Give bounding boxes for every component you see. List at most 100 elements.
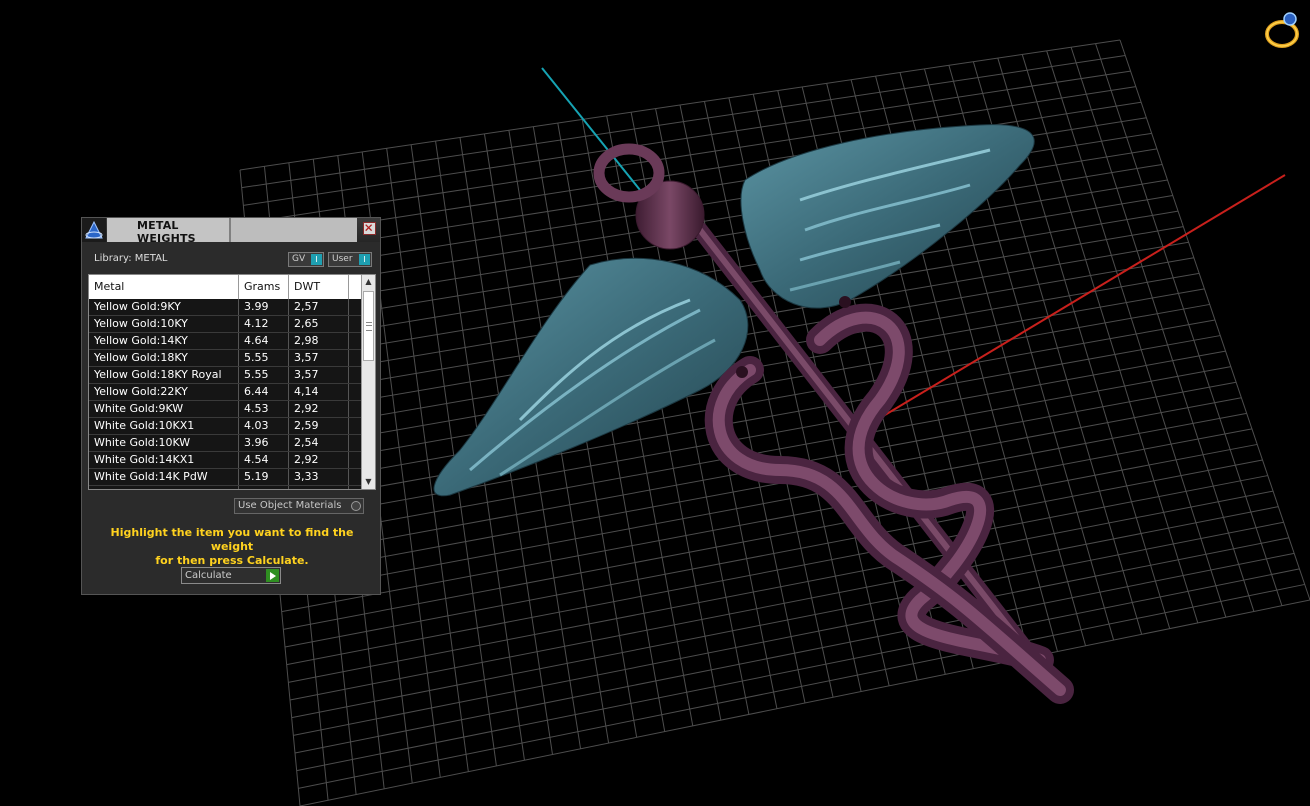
cell-dwt: 4,14 <box>289 384 349 400</box>
cell-spacer <box>349 350 361 366</box>
cell-grams: 4.64 <box>239 333 289 349</box>
cell-metal: White Gold:10KX1 <box>89 418 239 434</box>
grid-line <box>294 552 1295 754</box>
gv-toggle-button[interactable]: GV I <box>288 252 324 267</box>
gv-label: GV <box>292 254 306 264</box>
grid-line <box>1119 39 1310 601</box>
cell-spacer <box>349 333 361 349</box>
panel-title-tab: METAL WEIGHTS <box>107 218 231 245</box>
table-row[interactable]: Yellow Gold:22KY 6.44 4,14 <box>89 384 361 401</box>
panel-titlebar[interactable]: METAL WEIGHTS <box>82 218 380 245</box>
panel-title: METAL WEIGHTS <box>137 219 196 245</box>
cell-dwt: 2,79 <box>289 486 349 489</box>
cell-dwt: 2,54 <box>289 435 349 451</box>
table-row[interactable]: Yellow Gold:18KY Royal 5.55 3,57 <box>89 367 361 384</box>
user-toggle-button[interactable]: User I <box>328 252 372 267</box>
cell-grams: 5.19 <box>239 469 289 485</box>
cell-metal: White Gold:10KW <box>89 435 239 451</box>
scroll-up-icon[interactable]: ▲ <box>363 276 374 288</box>
table-header: Metal Grams DWT <box>89 275 361 299</box>
table-row[interactable]: White Gold:14KX1 4.54 2,92 <box>89 452 361 469</box>
cell-grams: 4.62 <box>239 486 289 489</box>
cell-metal: White Gold:14K PdW <box>89 469 239 485</box>
titlebar-fill <box>231 218 357 242</box>
cell-dwt: 2,59 <box>289 418 349 434</box>
table-row[interactable]: White Gold:14KW4.622,79 <box>89 486 361 489</box>
table-row[interactable]: Yellow Gold:10KY 4.12 2,65 <box>89 316 361 333</box>
cell-metal: White Gold:14KX1 <box>89 452 239 468</box>
cell-dwt: 3,33 <box>289 469 349 485</box>
column-header-metal[interactable]: Metal <box>89 275 239 299</box>
close-icon <box>365 224 373 232</box>
table-rows: Yellow Gold:9KY 3.99 2,57 Yellow Gold:10KY 4… <box>89 299 361 489</box>
grid-line <box>291 521 1284 719</box>
instruction-line-1: Highlight the item you want to find the … <box>110 526 354 553</box>
cell-dwt: 3,57 <box>289 350 349 366</box>
cell-grams: 4.03 <box>239 418 289 434</box>
cell-spacer <box>349 384 361 400</box>
user-label: User <box>332 254 353 264</box>
cell-grams: 3.99 <box>239 299 289 315</box>
cell-dwt: 3,57 <box>289 367 349 383</box>
grid-line <box>1070 47 1255 612</box>
metal-weights-panel: METAL WEIGHTS Library: METAL GV I User I… <box>81 217 381 595</box>
cell-spacer <box>349 299 361 315</box>
cell-grams: 4.54 <box>239 452 289 468</box>
table-row[interactable]: White Gold:10KW 3.96 2,54 <box>89 435 361 452</box>
column-header-dwt[interactable]: DWT <box>289 275 349 299</box>
grid-line <box>299 599 1310 806</box>
table-scrollbar[interactable]: ▲ ▼ <box>361 275 375 489</box>
table-row[interactable]: Yellow Gold:14KY 4.64 2,98 <box>89 333 361 350</box>
instruction-line-2: for then press Calculate. <box>155 554 309 567</box>
scroll-down-icon[interactable]: ▼ <box>363 476 374 488</box>
left-wing <box>433 257 749 497</box>
play-arrow-icon <box>266 569 279 582</box>
use-object-materials-option[interactable]: Use Object Materials <box>234 498 364 514</box>
cell-grams: 3.96 <box>239 435 289 451</box>
cell-dwt: 2,92 <box>289 401 349 417</box>
z-axis-line <box>541 67 641 191</box>
table-row[interactable]: White Gold:10KX1 4.03 2,59 <box>89 418 361 435</box>
cell-grams: 5.55 <box>239 367 289 383</box>
cell-dwt: 2,98 <box>289 333 349 349</box>
cell-metal: Yellow Gold:18KY Royal <box>89 367 239 383</box>
column-header-grams[interactable]: Grams <box>239 275 289 299</box>
use-object-materials-label: Use Object Materials <box>238 500 342 511</box>
cell-metal: White Gold:9KW <box>89 401 239 417</box>
ground-grid <box>239 39 1310 806</box>
cell-grams: 6.44 <box>239 384 289 400</box>
cell-spacer <box>349 469 361 485</box>
table-row[interactable]: White Gold:14K PdW 5.19 3,33 <box>89 469 361 486</box>
calculate-button[interactable]: Calculate <box>181 567 281 584</box>
cell-dwt: 2,65 <box>289 316 349 332</box>
radio-icon[interactable] <box>351 501 361 511</box>
cell-metal: Yellow Gold:9KY <box>89 299 239 315</box>
cell-spacer <box>349 435 361 451</box>
cell-grams: 4.12 <box>239 316 289 332</box>
cell-dwt: 2,57 <box>289 299 349 315</box>
library-label: Library: METAL <box>94 253 168 264</box>
grid-line <box>1095 43 1283 606</box>
table-row[interactable]: Yellow Gold:18KY 5.55 3,57 <box>89 350 361 367</box>
cell-metal: White Gold:14KW <box>89 486 239 489</box>
cell-spacer <box>349 401 361 417</box>
calculate-label: Calculate <box>185 570 232 581</box>
metal-table[interactable]: Metal Grams DWT Yellow Gold:9KY 3.99 2,57 Y… <box>88 274 376 490</box>
table-row[interactable]: White Gold:9KW 4.53 2,92 <box>89 401 361 418</box>
app-logo-icon <box>82 218 106 242</box>
column-header-spacer <box>349 275 361 299</box>
cell-metal: Yellow Gold:22KY <box>89 384 239 400</box>
scroll-thumb[interactable] <box>363 291 374 361</box>
cell-grams: 5.55 <box>239 350 289 366</box>
snakes <box>704 296 1074 704</box>
user-indicator: I <box>359 254 370 265</box>
close-button[interactable] <box>363 222 376 235</box>
cell-metal: Yellow Gold:10KY <box>89 316 239 332</box>
cell-spacer <box>349 452 361 468</box>
grid-line <box>286 475 1268 666</box>
right-wing <box>740 124 1035 309</box>
table-row[interactable]: Yellow Gold:9KY 3.99 2,57 <box>89 299 361 316</box>
cell-spacer <box>349 418 361 434</box>
ring-view-icon[interactable] <box>1262 10 1304 50</box>
cell-dwt: 2,92 <box>289 452 349 468</box>
